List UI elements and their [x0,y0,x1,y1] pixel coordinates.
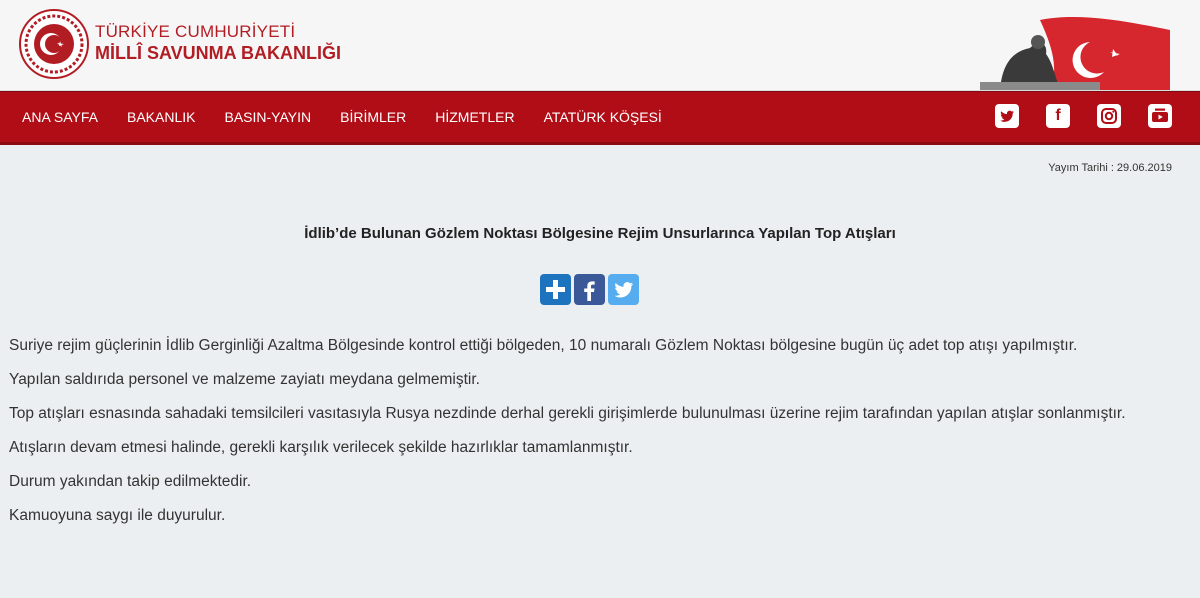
nav-item-hizmetler[interactable]: HİZMETLER [435,92,514,142]
share-buttons [540,274,642,305]
ministry-logo[interactable] [18,8,90,80]
brand-line1: TÜRKİYE CUMHURİYETİ [95,22,296,41]
facebook-icon[interactable]: f [1046,104,1070,128]
article-paragraph: Yapılan saldırıda personel ve malzeme za… [9,371,480,388]
twitter-icon[interactable] [995,104,1019,128]
brand-line2: MİLLÎ SAVUNMA BAKANLIĞI [95,43,341,63]
nav-item-ataturk-kosesi[interactable]: ATATÜRK KÖŞESİ [544,92,662,142]
share-twitter-button[interactable] [608,274,639,305]
article-paragraph: Suriye rejim güçlerinin İdlib Gerginliği… [9,337,1078,354]
site-header: TÜRKİYE CUMHURİYETİ MİLLÎ SAVUNMA BAKANL… [0,0,1200,91]
share-add-button[interactable] [540,274,571,305]
nav-item-bakanlik[interactable]: BAKANLIK [127,92,195,142]
main-navigation: ANA SAYFA BAKANLIK BASIN-YAYIN BİRİMLER … [0,91,1200,145]
ataturk-flag-image [980,17,1170,90]
share-facebook-button[interactable] [574,274,605,305]
nav-item-birimler[interactable]: BİRİMLER [340,92,406,142]
nav-item-ana-sayfa[interactable]: ANA SAYFA [22,92,98,142]
article-paragraph: Durum yakından takip edilmektedir. [9,473,252,490]
article-paragraph: Atışların devam etmesi halinde, gerekli … [9,439,633,456]
nav-item-basin-yayin[interactable]: BASIN-YAYIN [224,92,311,142]
youtube-icon[interactable] [1148,104,1172,128]
instagram-icon[interactable] [1097,104,1121,128]
social-links: f [968,104,1172,128]
article-paragraph: Top atışları esnasında sahadaki temsilci… [9,405,1126,422]
publish-date: Yayım Tarihi : 29.06.2019 [1048,162,1172,174]
article-title: İdlib’de Bulunan Gözlem Noktası Bölgesin… [304,225,896,242]
article-body: Suriye rejim güçlerinin İdlib Gerginliği… [9,333,1173,537]
article-paragraph: Kamuoyuna saygı ile duyurulur. [9,507,226,524]
brand-title[interactable]: TÜRKİYE CUMHURİYETİ MİLLÎ SAVUNMA BAKANL… [95,22,341,64]
